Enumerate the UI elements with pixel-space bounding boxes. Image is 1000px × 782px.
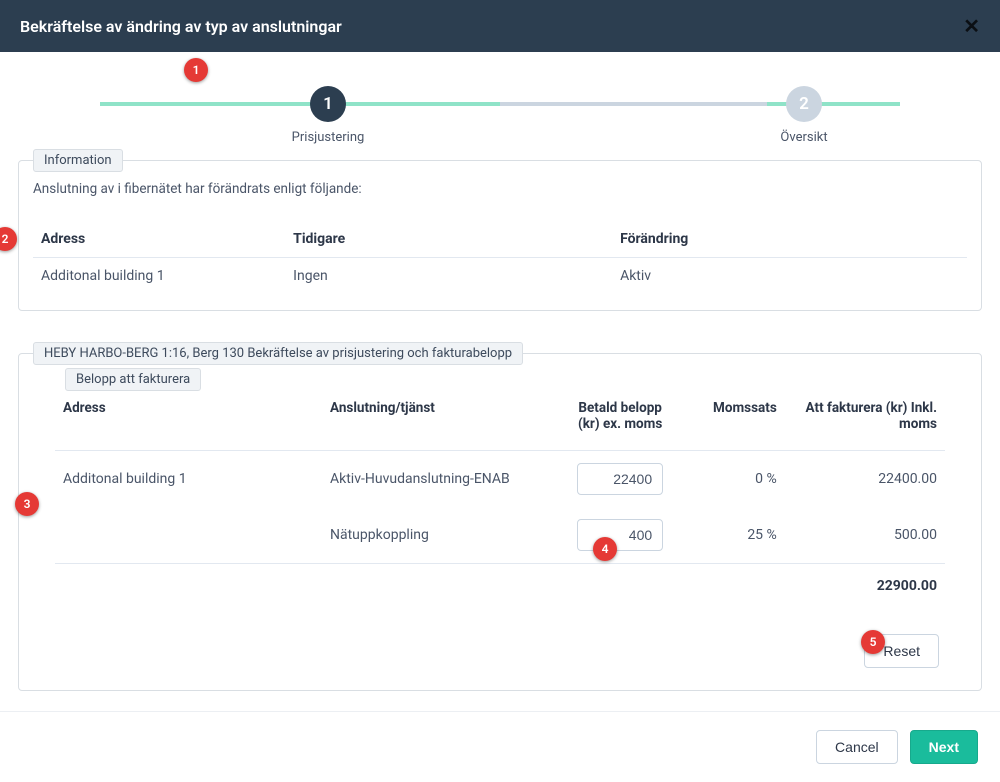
billing-box: HEBY HARBO-BERG 1:16, Berg 130 Bekräftel…	[18, 353, 982, 691]
bill-col-adress: Adress	[55, 390, 322, 451]
info-cell-forandring: Aktiv	[612, 258, 967, 295]
bill-col-invoice: Att fakturera (kr) Inkl. moms	[785, 390, 945, 451]
annotation-4: 4	[593, 537, 617, 561]
dialog-header: Bekräftelse av ändring av typ av anslutn…	[0, 0, 1000, 52]
information-table: Adress Tidigare Förändring Additonal bui…	[33, 221, 967, 294]
billing-inner-legend: Belopp att fakturera	[65, 368, 201, 391]
bill-col-vat: Momssats	[678, 390, 785, 451]
information-intro: Anslutning av i fibernätet har förändrat…	[33, 181, 967, 197]
close-icon[interactable]: ✕	[963, 14, 980, 38]
billing-table: Adress Anslutning/tjänst Betald belopp (…	[55, 390, 945, 606]
billing-inner-box: Belopp att fakturera Adress Anslutning/t…	[55, 390, 945, 672]
dialog-footer: Cancel Next	[0, 711, 1000, 782]
info-col-adress: Adress	[33, 221, 285, 258]
cancel-button[interactable]: Cancel	[816, 730, 898, 764]
info-cell-adress: Additonal building 1	[33, 258, 285, 295]
step-circle-1[interactable]: 1	[310, 86, 346, 122]
stepper-track	[100, 102, 900, 106]
billing-legend: HEBY HARBO-BERG 1:16, Berg 130 Bekräftel…	[33, 342, 523, 365]
information-box: Information Anslutning av i fibernätet h…	[18, 160, 982, 311]
info-col-forandring: Förändring	[612, 221, 967, 258]
dialog-title: Bekräftelse av ändring av typ av anslutn…	[20, 17, 342, 36]
table-row: Nätuppkoppling 25 % 500.00	[55, 507, 945, 564]
table-row: Additonal building 1 Ingen Aktiv	[33, 258, 967, 295]
annotation-3: 3	[15, 492, 39, 516]
total-row: 22900.00	[55, 564, 945, 607]
bill-cell-adress	[55, 507, 322, 564]
next-button[interactable]: Next	[910, 730, 978, 764]
info-cell-tidigare: Ingen	[285, 258, 612, 295]
info-col-tidigare: Tidigare	[285, 221, 612, 258]
bill-cell-adress: Additonal building 1	[55, 451, 322, 508]
step-label-2: Översikt	[780, 130, 827, 145]
bill-cell-invoice: 22400.00	[785, 451, 945, 508]
bill-cell-service: Aktiv-Huvudanslutning-ENAB	[322, 451, 562, 508]
stepper: 1 1 Prisjustering 2 Översikt	[0, 52, 1000, 154]
annotation-1: 1	[184, 58, 208, 82]
bill-total: 22900.00	[785, 564, 945, 607]
bill-cell-invoice: 500.00	[785, 507, 945, 564]
bill-col-paid: Betald belopp (kr) ex. moms	[562, 390, 678, 451]
step-label-1: Prisjustering	[292, 130, 365, 145]
paid-amount-input[interactable]	[577, 519, 663, 551]
annotation-2: 2	[0, 227, 17, 251]
bill-cell-service: Nätuppkoppling	[322, 507, 562, 564]
bill-cell-vat: 0 %	[678, 451, 785, 508]
annotation-5: 5	[861, 630, 885, 654]
step-circle-2[interactable]: 2	[786, 86, 822, 122]
bill-cell-vat: 25 %	[678, 507, 785, 564]
information-legend: Information	[33, 149, 123, 172]
bill-col-service: Anslutning/tjänst	[322, 390, 562, 451]
table-row: Additonal building 1 Aktiv-Huvudanslutni…	[55, 451, 945, 508]
paid-amount-input[interactable]	[577, 463, 663, 495]
